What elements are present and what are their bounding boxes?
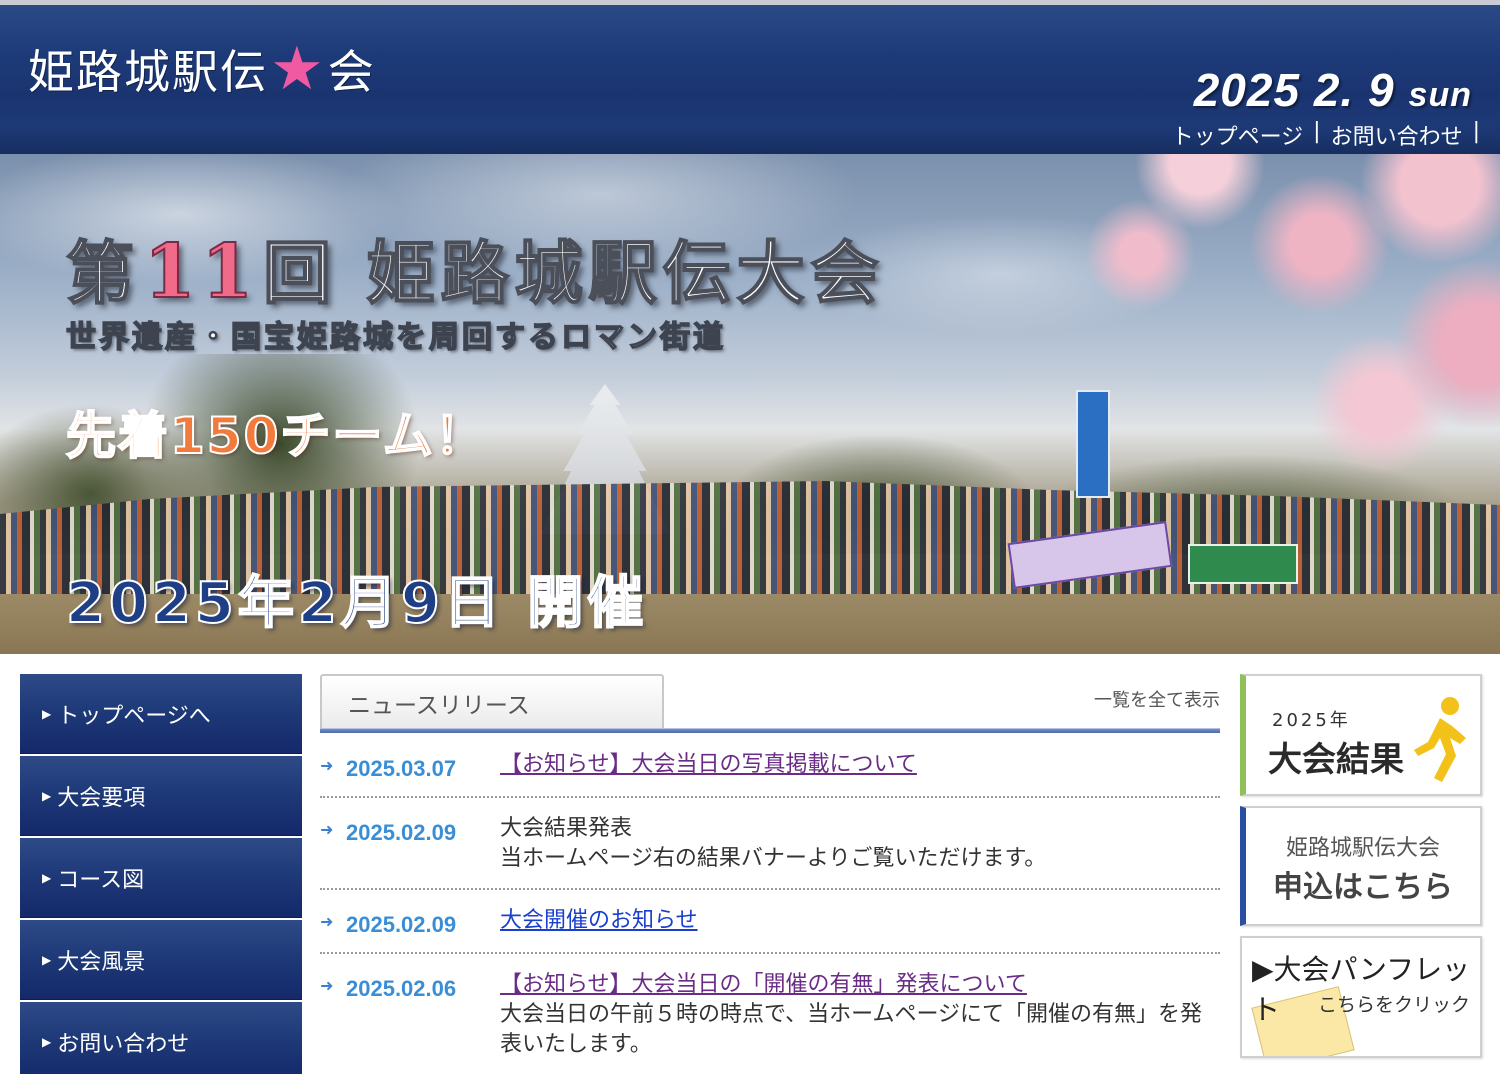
arrow-right-icon: ➜ — [320, 820, 334, 839]
logo-suffix: 会 — [327, 45, 376, 99]
triangle-right-icon: ▶ — [42, 870, 52, 885]
hero-banner: 第 11 回 姫路城駅伝大会 世界遺産・国宝姫路城を周回するロマン街道 先着15… — [0, 154, 1500, 654]
news-list: ➜ 2025.03.07 【お知らせ】大会当日の写真掲載について ➜ 2025.… — [320, 734, 1220, 1074]
hero-title-suffix: 回 姫路城駅伝大会 — [262, 233, 885, 315]
sidebar-item-course-map[interactable]: ▶ コース図 — [20, 838, 302, 918]
header-links: トップページ | お問い合わせ | — [1172, 119, 1480, 151]
triangle-right-icon: ▶ — [42, 706, 52, 721]
sidebar-item-label: お問い合わせ — [57, 1031, 190, 1057]
header-link-top[interactable]: トップページ — [1172, 119, 1304, 151]
hero-title-prefix: 第 — [65, 233, 141, 315]
news-date: 2025.02.09 — [346, 820, 457, 845]
header-event-date: 2025 2. 9 sun — [1194, 63, 1472, 117]
header-separator: | — [1313, 119, 1321, 144]
news-title-link[interactable]: 【お知らせ】大会当日の写真掲載について — [500, 752, 917, 777]
results-year: 2025年 — [1272, 710, 1351, 731]
news-title-link[interactable]: 【お知らせ】大会当日の「開催の有無」発表について — [500, 972, 1027, 997]
news-body: 大会当日の午前５時の時点で、当ホームページにて「開催の有無」を発表いたします。 — [500, 1002, 1203, 1057]
hero-teams-text: 先着150チーム！ — [65, 406, 487, 466]
hero-flag — [1076, 390, 1110, 498]
logo-text: 姫路城駅伝 — [28, 45, 268, 99]
news-divider — [320, 728, 1220, 733]
results-banner[interactable]: 2025年 大会結果 — [1240, 674, 1482, 796]
sidebar-item-top[interactable]: ▶ トップページへ — [20, 674, 302, 754]
apply-label-main: 申込はこちら — [1273, 870, 1453, 905]
hero-event-date: 2025年2月9日 開催 — [65, 570, 648, 637]
pamphlet-banner[interactable]: ▶大会パンフレット こちらをクリック — [1240, 936, 1482, 1058]
news-body: 当ホームページ右の結果バナーよりご覧いただけます。 — [500, 846, 1047, 871]
news-section: ニュースリリース 一覧を全て表示 ➜ 2025.03.07 【お知らせ】大会当日… — [320, 674, 1220, 1074]
header-separator: | — [1472, 119, 1480, 144]
hero-title-number: 11 — [143, 228, 259, 316]
runner-icon — [1414, 697, 1466, 782]
sidebar-nav: ▶ トップページへ ▶ 大会要項 ▶ コース図 ▶ 大会風景 ▶ お問い合わせ — [20, 674, 302, 1074]
pamphlet-label-sub: こちらをクリック — [1317, 994, 1470, 1016]
news-item: ➜ 2025.02.09 大会開催のお知らせ — [320, 890, 1220, 954]
sidebar-item-label: 大会風景 — [57, 949, 146, 975]
news-item: ➜ 2025.02.06 【お知らせ】大会当日の「開催の有無」発表について 大会… — [320, 954, 1220, 1074]
news-item: ➜ 2025.02.09 大会結果発表 当ホームページ右の結果バナーよりご覧いた… — [320, 798, 1220, 890]
sidebar-item-label: コース図 — [57, 867, 145, 893]
site-header: 姫路城駅伝 ★ 会 2025 2. 9 sun トップページ | お問い合わせ … — [0, 0, 1500, 154]
hero-subtitle: 世界遺産・国宝姫路城を周回するロマン街道 — [65, 319, 726, 356]
apply-label-top: 姫路城駅伝大会 — [1285, 836, 1440, 861]
results-label: 大会結果 — [1268, 740, 1404, 780]
news-date: 2025.02.06 — [346, 976, 457, 1001]
arrow-right-icon: ➜ — [320, 912, 334, 931]
sidebar-item-scenes[interactable]: ▶ 大会風景 — [20, 920, 302, 1000]
header-date-dow: sun — [1408, 76, 1472, 114]
site-logo[interactable]: 姫路城駅伝 ★ 会 — [28, 39, 376, 99]
triangle-right-icon: ▶ — [42, 952, 52, 967]
arrow-right-icon: ➜ — [320, 976, 334, 995]
sidebar-item-contact[interactable]: ▶ お問い合わせ — [20, 1002, 302, 1074]
sidebar-item-guidelines[interactable]: ▶ 大会要項 — [20, 756, 302, 836]
star-icon: ★ — [270, 34, 326, 104]
sidebar-item-label: 大会要項 — [57, 785, 146, 811]
news-date: 2025.03.07 — [346, 756, 457, 781]
news-view-all-link[interactable]: 一覧を全て表示 — [1094, 686, 1220, 712]
news-tab[interactable]: ニュースリリース — [320, 674, 664, 730]
hero-team-banner — [1188, 544, 1298, 584]
header-link-contact[interactable]: お問い合わせ — [1331, 119, 1463, 151]
header-date-main: 2025 2. 9 — [1193, 64, 1395, 116]
apply-banner[interactable]: 姫路城駅伝大会 申込はこちら — [1240, 806, 1482, 926]
arrow-right-icon: ➜ — [320, 756, 334, 775]
news-item: ➜ 2025.03.07 【お知らせ】大会当日の写真掲載について — [320, 734, 1220, 798]
triangle-right-icon: ▶ — [42, 788, 52, 803]
triangle-right-icon: ▶ — [42, 1034, 52, 1049]
news-title-link[interactable]: 大会開催のお知らせ — [500, 908, 698, 933]
news-title: 大会結果発表 — [500, 816, 633, 841]
sidebar-item-label: トップページへ — [57, 703, 211, 729]
hero-title: 第 11 回 姫路城駅伝大会 — [65, 218, 885, 317]
news-date: 2025.02.09 — [346, 912, 457, 937]
